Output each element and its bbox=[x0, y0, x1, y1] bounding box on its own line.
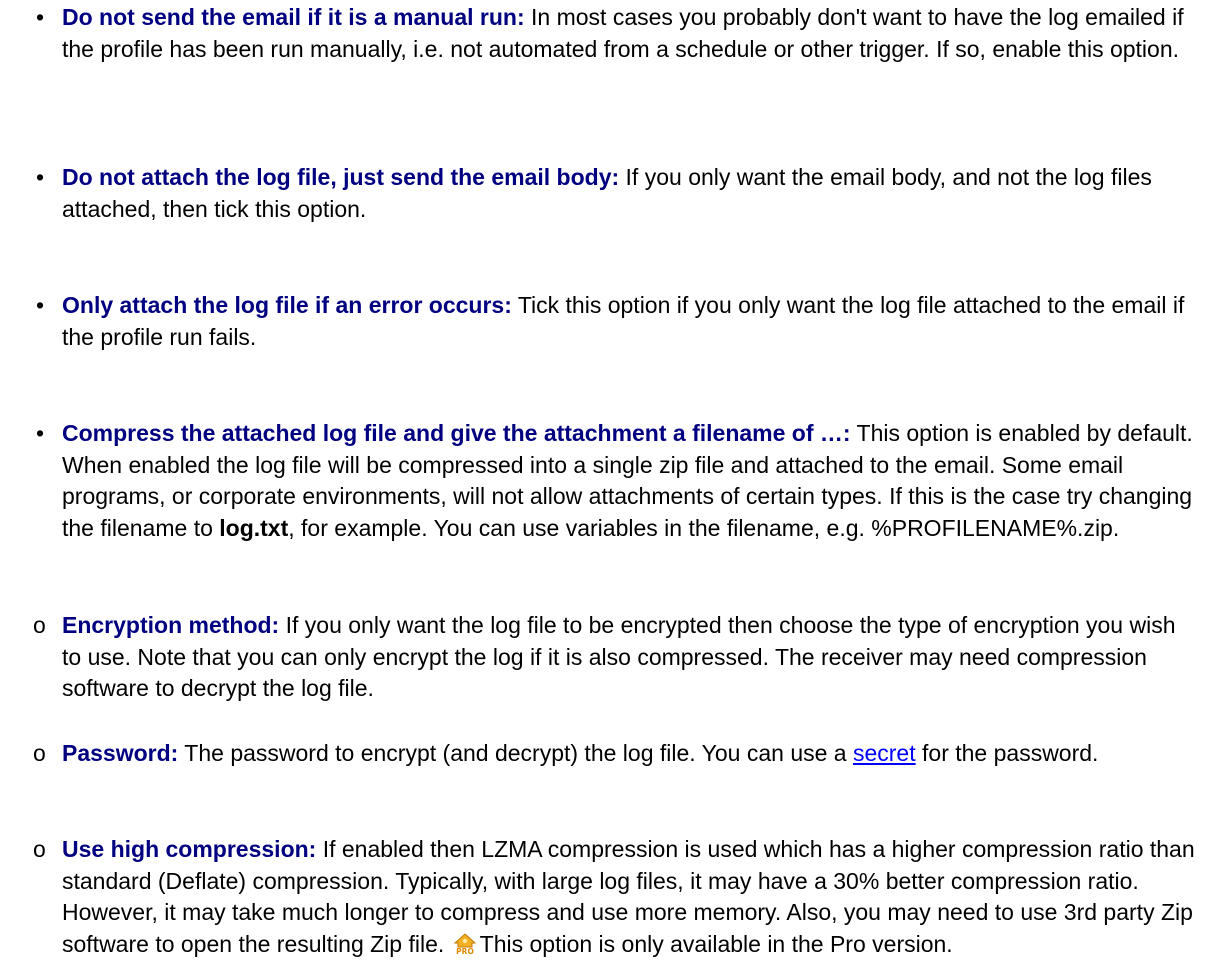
list-item-compress: • Compress the attached log file and giv… bbox=[36, 418, 1202, 544]
bullet-icon: • bbox=[36, 164, 45, 190]
svg-text:PRO: PRO bbox=[456, 947, 474, 955]
subitem-encryption-method: o Encryption method: If you only want th… bbox=[33, 610, 1197, 705]
subitem-password: o Password: The password to encrypt (and… bbox=[33, 738, 1197, 770]
option-description-cont: This option is only available in the Pro… bbox=[479, 930, 953, 957]
option-term: Only attach the log file if an error occ… bbox=[62, 292, 512, 318]
secret-link[interactable]: secret bbox=[853, 740, 916, 766]
bullet-icon: • bbox=[36, 420, 45, 446]
subitem-high-compression: o Use high compression: If enabled then … bbox=[33, 834, 1197, 960]
option-term: Use high compression: bbox=[62, 836, 317, 862]
option-term: Do not attach the log file, just send th… bbox=[62, 164, 620, 190]
option-term: Password: bbox=[62, 740, 179, 766]
bullet-icon: • bbox=[36, 292, 45, 318]
sub-bullet-marker: o bbox=[33, 612, 46, 638]
pro-icon: PRO bbox=[453, 932, 477, 956]
list-item-manual-run: • Do not send the email if it is a manua… bbox=[36, 2, 1202, 65]
option-term: Compress the attached log file and give … bbox=[62, 420, 851, 446]
option-term: Encryption method: bbox=[62, 612, 280, 638]
list-item-attach-on-error: • Only attach the log file if an error o… bbox=[36, 290, 1202, 353]
option-description-cont: , for example. You can use variables in … bbox=[288, 514, 1120, 541]
list-item-no-attach: • Do not attach the log file, just send … bbox=[36, 162, 1202, 225]
option-term: Do not send the email if it is a manual … bbox=[62, 4, 525, 30]
sub-bullet-marker: o bbox=[33, 836, 46, 862]
option-description-cont: for the password. bbox=[915, 740, 1099, 766]
bullet-icon: • bbox=[36, 4, 45, 30]
example-filename: log.txt bbox=[219, 514, 289, 541]
sub-bullet-marker: o bbox=[33, 740, 46, 766]
option-description: The password to encrypt (and decrypt) th… bbox=[178, 740, 853, 766]
